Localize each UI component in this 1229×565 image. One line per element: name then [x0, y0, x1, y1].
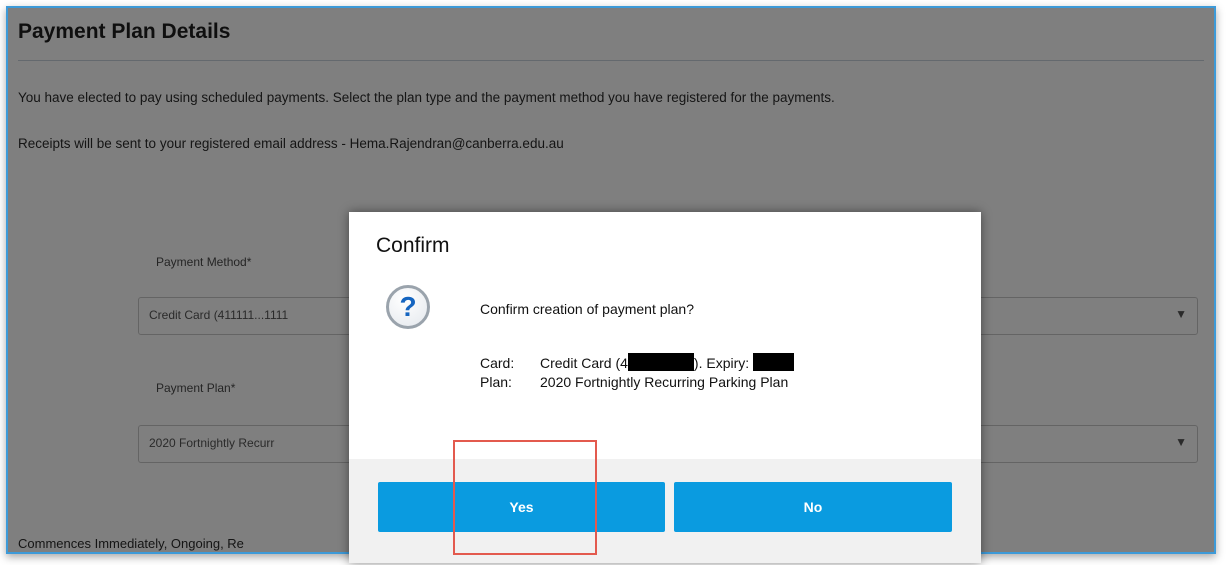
card-info-line: Card: Credit Card (4 ). Expiry:: [480, 353, 795, 371]
redacted-expiry: [753, 353, 795, 371]
confirm-dialog: Confirm ? Confirm creation of payment pl…: [349, 212, 981, 563]
card-expiry-label: ). Expiry:: [693, 355, 750, 371]
question-icon: ?: [386, 285, 430, 329]
dialog-footer: Yes No: [349, 459, 981, 563]
dialog-title: Confirm: [376, 234, 450, 257]
card-value-prefix: Credit Card (4: [540, 355, 628, 371]
plan-label: Plan:: [480, 374, 512, 390]
plan-info-line: Plan: 2020 Fortnightly Recurring Parking …: [480, 374, 788, 390]
dialog-message: Confirm creation of payment plan?: [480, 301, 694, 317]
plan-value: 2020 Fortnightly Recurring Parking Plan: [540, 374, 789, 390]
redacted-card-number: [627, 353, 694, 371]
yes-button[interactable]: Yes: [378, 482, 665, 532]
no-button[interactable]: No: [674, 482, 952, 532]
card-label: Card:: [480, 355, 515, 371]
